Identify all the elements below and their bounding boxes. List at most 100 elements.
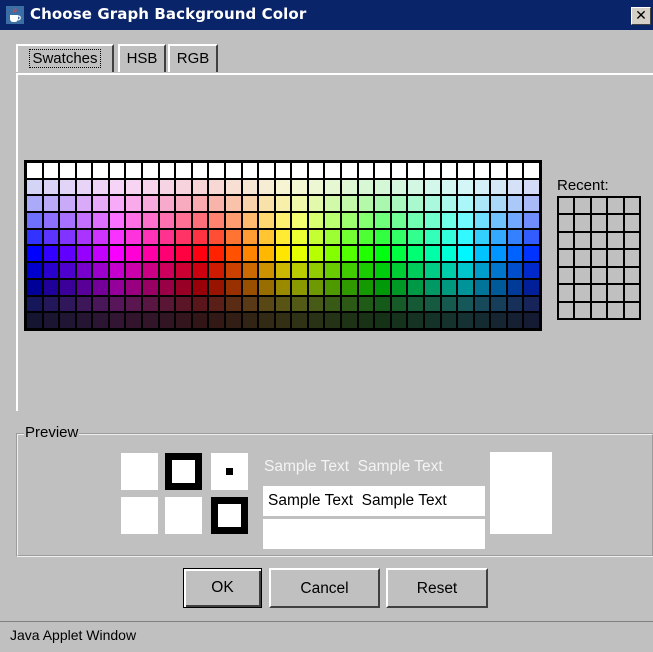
color-swatch[interactable]	[109, 229, 125, 245]
color-swatch[interactable]	[225, 279, 241, 295]
color-swatch[interactable]	[441, 246, 457, 262]
color-swatch[interactable]	[474, 263, 490, 278]
color-swatch[interactable]	[424, 279, 440, 295]
color-swatch[interactable]	[159, 296, 175, 312]
color-swatch[interactable]	[292, 313, 307, 328]
color-swatch[interactable]	[292, 163, 307, 178]
color-swatch[interactable]	[275, 279, 291, 295]
color-swatch[interactable]	[43, 213, 59, 228]
color-swatch[interactable]	[375, 163, 390, 178]
color-swatch[interactable]	[27, 246, 42, 262]
recent-swatch[interactable]	[624, 232, 639, 249]
recent-swatch[interactable]	[624, 302, 639, 318]
color-swatch[interactable]	[491, 263, 506, 278]
color-swatch[interactable]	[126, 213, 142, 228]
color-swatch[interactable]	[275, 213, 291, 228]
color-swatch[interactable]	[27, 163, 42, 178]
color-swatch[interactable]	[325, 229, 341, 245]
color-swatch[interactable]	[126, 246, 142, 262]
color-swatch[interactable]	[76, 246, 92, 262]
color-swatch[interactable]	[209, 179, 224, 195]
color-swatch[interactable]	[441, 229, 457, 245]
color-swatch[interactable]	[27, 196, 42, 212]
color-swatch[interactable]	[43, 246, 59, 262]
color-swatch[interactable]	[209, 246, 224, 262]
color-swatch[interactable]	[325, 246, 341, 262]
color-swatch[interactable]	[358, 163, 374, 178]
color-swatch[interactable]	[474, 196, 490, 212]
color-swatch[interactable]	[176, 179, 191, 195]
color-swatch[interactable]	[143, 296, 158, 312]
color-swatch[interactable]	[43, 229, 59, 245]
color-swatch[interactable]	[209, 229, 224, 245]
color-swatch[interactable]	[375, 196, 390, 212]
color-swatch[interactable]	[27, 313, 42, 328]
color-swatch[interactable]	[292, 229, 307, 245]
color-swatch[interactable]	[225, 313, 241, 328]
recent-swatch[interactable]	[624, 250, 639, 266]
color-swatch[interactable]	[93, 296, 108, 312]
color-swatch[interactable]	[93, 163, 108, 178]
title-bar[interactable]: Choose Graph Background Color ✕	[0, 0, 653, 30]
color-swatch[interactable]	[209, 196, 224, 212]
color-swatch[interactable]	[408, 246, 423, 262]
color-swatch[interactable]	[325, 196, 341, 212]
color-swatch[interactable]	[292, 179, 307, 195]
color-swatch[interactable]	[109, 213, 125, 228]
color-swatch[interactable]	[93, 279, 108, 295]
color-swatch[interactable]	[524, 313, 539, 328]
color-swatch[interactable]	[441, 179, 457, 195]
color-swatch[interactable]	[342, 246, 357, 262]
color-swatch[interactable]	[441, 263, 457, 278]
recent-swatch[interactable]	[591, 267, 607, 284]
color-swatch[interactable]	[275, 163, 291, 178]
color-swatch[interactable]	[458, 279, 473, 295]
recent-swatch[interactable]	[559, 302, 574, 318]
color-swatch[interactable]	[308, 296, 324, 312]
color-swatch[interactable]	[159, 196, 175, 212]
recent-swatch[interactable]	[608, 198, 623, 214]
color-swatch[interactable]	[292, 246, 307, 262]
color-swatch[interactable]	[192, 196, 208, 212]
color-swatch[interactable]	[458, 163, 473, 178]
color-swatch[interactable]	[391, 229, 407, 245]
color-swatch[interactable]	[242, 179, 258, 195]
color-swatch[interactable]	[176, 263, 191, 278]
color-swatch[interactable]	[292, 196, 307, 212]
color-swatch[interactable]	[126, 229, 142, 245]
color-swatch[interactable]	[342, 163, 357, 178]
recent-swatch[interactable]	[591, 198, 607, 214]
color-swatch[interactable]	[408, 313, 423, 328]
color-swatch[interactable]	[93, 213, 108, 228]
color-swatch[interactable]	[292, 263, 307, 278]
color-swatch[interactable]	[43, 196, 59, 212]
color-swatch[interactable]	[27, 296, 42, 312]
color-swatch[interactable]	[491, 229, 506, 245]
color-swatch[interactable]	[60, 163, 75, 178]
color-swatch[interactable]	[225, 263, 241, 278]
color-swatch[interactable]	[458, 213, 473, 228]
color-swatch[interactable]	[126, 196, 142, 212]
color-swatch[interactable]	[93, 196, 108, 212]
recent-swatch[interactable]	[591, 250, 607, 266]
color-swatch[interactable]	[159, 213, 175, 228]
color-swatch[interactable]	[375, 296, 390, 312]
color-swatch[interactable]	[342, 196, 357, 212]
color-swatch[interactable]	[358, 229, 374, 245]
color-swatch[interactable]	[342, 296, 357, 312]
color-swatch[interactable]	[126, 263, 142, 278]
color-swatch[interactable]	[259, 213, 274, 228]
color-swatch[interactable]	[259, 279, 274, 295]
color-swatch[interactable]	[458, 229, 473, 245]
color-swatch[interactable]	[325, 179, 341, 195]
color-swatch[interactable]	[507, 213, 523, 228]
recent-swatch[interactable]	[559, 215, 574, 231]
color-swatch[interactable]	[259, 229, 274, 245]
color-swatch[interactable]	[60, 313, 75, 328]
color-swatch[interactable]	[424, 246, 440, 262]
color-swatch[interactable]	[474, 279, 490, 295]
cancel-button[interactable]: Cancel	[269, 568, 380, 608]
color-swatch[interactable]	[76, 163, 92, 178]
recent-swatch[interactable]	[575, 267, 590, 284]
color-swatch[interactable]	[524, 229, 539, 245]
